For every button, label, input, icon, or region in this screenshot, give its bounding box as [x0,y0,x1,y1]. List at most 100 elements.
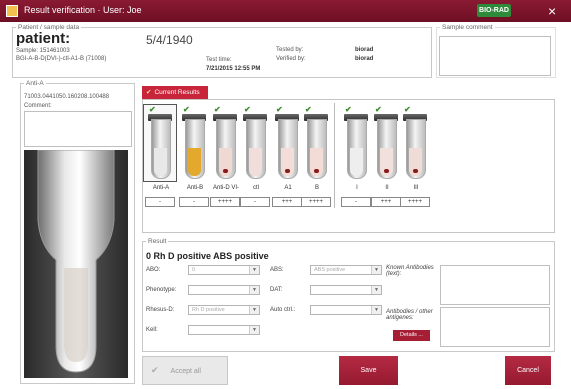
tube-reaction-value[interactable]: ++++ [301,197,331,207]
sample-id: Sample: 151461003 [16,48,70,54]
chevron-down-icon: ▼ [371,306,381,314]
kell-select[interactable]: ▼ [188,325,260,335]
agglutination-dot [285,169,290,173]
tube-reaction-value[interactable]: +++ [272,197,302,207]
card-barcode: 71003.0441050.160208.100488 [24,94,110,100]
checkmark-icon: ✔ [244,105,251,114]
tube-fill [188,148,201,176]
tube-2[interactable]: ✔ [213,105,237,179]
dat-label: DAT: [270,287,283,293]
patient-dob: 5/4/1940 [146,33,193,47]
details-button[interactable]: Details ... [393,330,430,341]
checkmark-icon: ✔ [151,365,159,375]
sample-comment-field[interactable] [439,36,551,76]
sample-comment-legend: Sample comment [442,24,493,31]
abo-value: 0 [192,267,196,273]
tube-label: II [385,185,389,191]
phenotype-select[interactable]: ▼ [188,285,260,295]
tested-by-value: biorad [355,47,374,53]
brand-logo: BIO-RAD [477,4,511,17]
tube-label: B [314,185,319,191]
tube-1[interactable]: ✔ [182,105,206,179]
accept-all-button[interactable]: ✔ Accept all [142,356,228,385]
chevron-down-icon: ▼ [371,266,381,274]
tube-label: III [413,185,419,191]
test-time-value: 7/21/2015 12:55 PM [206,66,261,72]
checkmark-icon: ✔ [305,105,312,114]
dat-select[interactable]: ▼ [310,285,382,295]
other-antigenes-label: Antibodies / other antigenes: [386,309,433,321]
chevron-down-icon: ▼ [249,326,259,334]
known-antibodies-field[interactable] [440,265,550,305]
tested-by-label: Tested by: [276,47,304,53]
title-bar: Result verification · User: Joe BIO-RAD … [0,0,571,22]
tube-reaction-value[interactable]: - [145,197,175,207]
card-comment-field[interactable] [24,111,132,147]
card-type: BGI-A-B-D(DVI-)-ctl-A1-B (71008) [16,56,107,62]
app-icon [6,5,18,17]
chevron-down-icon: ▼ [249,266,259,274]
checkmark-icon: ✔ [149,105,156,114]
tube-reaction-value[interactable]: ++++ [210,197,240,207]
tube-reaction-value[interactable]: ++++ [400,197,430,207]
tube-reaction-value[interactable]: - [179,197,209,207]
checkmark-icon: ✔ [276,105,283,114]
tube-zoom-image [24,150,128,378]
rhesus-select[interactable]: Rh D positive ▼ [188,305,260,315]
autoctrl-select[interactable]: ▼ [310,305,382,315]
tube-fill [350,148,363,176]
abo-label: ABO: [146,267,161,273]
checkmark-icon: ✔ [375,105,382,114]
tube-separator [334,103,335,208]
tube-6[interactable]: ✔ [344,105,368,179]
phenotype-label: Phenotype: [146,287,177,293]
tube-0[interactable]: ✔ [148,105,172,179]
close-icon[interactable]: × [548,3,556,19]
accept-all-label: Accept all [170,368,201,375]
tube-7[interactable]: ✔ [374,105,398,179]
tube-5[interactable]: ✔ [304,105,328,179]
tube-3[interactable]: ✔ [243,105,267,179]
agglutination-dot [223,169,228,173]
checkmark-icon: ✔ [214,105,221,114]
tube-label: I [356,185,358,191]
tube-reaction-value[interactable]: +++ [371,197,401,207]
known-antibodies-label: Known Antibodies (text): [386,265,434,277]
checkmark-icon: ✔ [404,105,411,114]
chevron-down-icon: ▼ [249,286,259,294]
save-button[interactable]: Save [339,356,398,385]
abo-select[interactable]: 0 ▼ [188,265,260,275]
kell-label: Kell: [146,327,158,333]
tube-8[interactable]: ✔ [403,105,427,179]
tab-current-results[interactable]: ✔ Current Results [142,86,208,99]
tube-label: A1 [284,185,292,191]
tube-label: Anti-A [152,185,170,191]
abs-select[interactable]: ABS positive ▼ [310,265,382,275]
result-group-legend: Result [148,238,167,245]
checkmark-icon: ✔ [183,105,190,114]
tube-fill [154,148,167,176]
window-title: Result verification · User: Joe [24,5,142,15]
verified-by-value: biorad [355,56,374,62]
tube-label: Anti-B [186,185,204,191]
tube-4[interactable]: ✔ [275,105,299,179]
agglutination-dot [384,169,389,173]
test-time-label: Test time: [206,57,232,63]
patient-name: patient: [16,30,71,47]
autoctrl-label: Auto ctrl.: [270,307,296,313]
tube-reaction-value[interactable]: - [240,197,270,207]
chevron-down-icon: ▼ [371,286,381,294]
cancel-button[interactable]: Cancel [505,356,551,385]
rhesus-label: Rhesus-D: [146,307,175,313]
abs-value: ABS positive [314,267,346,273]
tube-fill [249,148,262,176]
checkmark-icon: ✔ [146,89,152,96]
agglutination-dot [314,169,319,173]
abs-label: ABS: [270,267,284,273]
tab-current-label: Current Results [154,89,200,96]
chevron-down-icon: ▼ [249,306,259,314]
tube-reaction-value[interactable]: - [341,197,371,207]
tube-label: ctl [253,185,259,191]
other-antigenes-field[interactable] [440,307,550,347]
checkmark-icon: ✔ [345,105,352,114]
